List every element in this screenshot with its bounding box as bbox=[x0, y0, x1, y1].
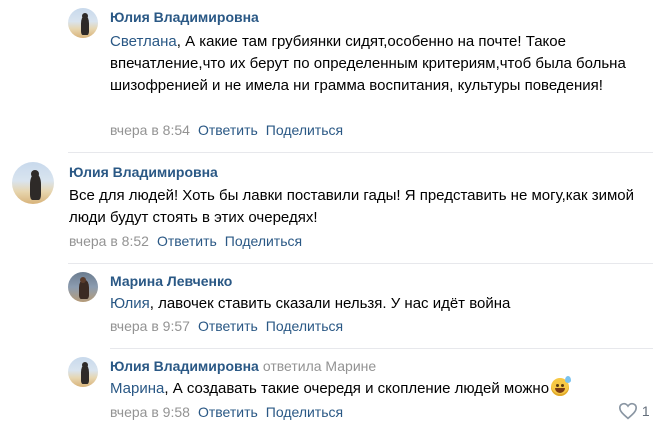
reply-button[interactable]: Ответить bbox=[198, 318, 258, 334]
reply-button[interactable]: Ответить bbox=[157, 233, 217, 249]
comment-author[interactable]: Марина Левченко bbox=[110, 273, 232, 289]
comment-time[interactable]: вчера в 9:57 bbox=[110, 318, 190, 334]
heart-icon bbox=[618, 402, 638, 420]
comment-mention[interactable]: Юлия bbox=[110, 295, 150, 312]
sweat-smile-emoji-icon bbox=[551, 376, 572, 396]
comment-text: Марина, А создавать такие очередя и скоп… bbox=[110, 376, 650, 400]
comment-separator bbox=[68, 263, 653, 264]
comment-body: , А создавать такие очередя и скопление … bbox=[164, 380, 550, 397]
comment-author: Юлия Владимировна ответила Марине bbox=[110, 358, 376, 374]
share-button[interactable]: Поделиться bbox=[225, 233, 302, 249]
avatar[interactable] bbox=[68, 272, 98, 302]
like-button[interactable]: 1 bbox=[618, 402, 650, 420]
comment-meta: вчера в 9:58 Ответить Поделиться bbox=[110, 404, 343, 420]
share-button[interactable]: Поделиться bbox=[266, 122, 343, 138]
comment-mention[interactable]: Марина bbox=[110, 380, 164, 397]
share-button[interactable]: Поделиться bbox=[266, 404, 343, 420]
comment-body: , лавочек ставить сказали нельзя. У нас … bbox=[149, 295, 511, 312]
comment-author[interactable]: Юлия Владимировна bbox=[110, 9, 259, 25]
reply-button[interactable]: Ответить bbox=[198, 122, 258, 138]
replied-to-link[interactable]: ответила Марине bbox=[263, 358, 376, 374]
comment-time[interactable]: вчера в 9:58 bbox=[110, 404, 190, 420]
comment-meta: вчера в 8:52 Ответить Поделиться bbox=[69, 233, 302, 249]
comment-text: Светлана, А какие там грубиянки сидят,ос… bbox=[110, 31, 630, 97]
comment-time[interactable]: вчера в 8:54 bbox=[110, 122, 190, 138]
comment-separator bbox=[68, 152, 653, 153]
share-button[interactable]: Поделиться bbox=[266, 318, 343, 334]
comment-separator bbox=[110, 348, 653, 349]
comment-text: Юлия, лавочек ставить сказали нельзя. У … bbox=[110, 293, 650, 315]
comment-meta: вчера в 8:54 Ответить Поделиться bbox=[110, 122, 343, 138]
avatar[interactable] bbox=[12, 162, 54, 204]
comment-mention[interactable]: Светлана bbox=[110, 33, 177, 50]
comment-body: , А какие там грубиянки сидят,особенно н… bbox=[110, 33, 626, 94]
avatar[interactable] bbox=[68, 357, 98, 387]
like-count: 1 bbox=[641, 403, 650, 419]
comment-meta: вчера в 9:57 Ответить Поделиться bbox=[110, 318, 343, 334]
comment-author[interactable]: Юлия Владимировна bbox=[69, 164, 218, 180]
avatar[interactable] bbox=[68, 8, 98, 38]
comment-text: Все для людей! Хоть бы лавки поставили г… bbox=[69, 187, 635, 226]
reply-button[interactable]: Ответить bbox=[198, 404, 258, 420]
comment-time[interactable]: вчера в 8:52 bbox=[69, 233, 149, 249]
comment-author-link[interactable]: Юлия Владимировна bbox=[110, 358, 259, 374]
